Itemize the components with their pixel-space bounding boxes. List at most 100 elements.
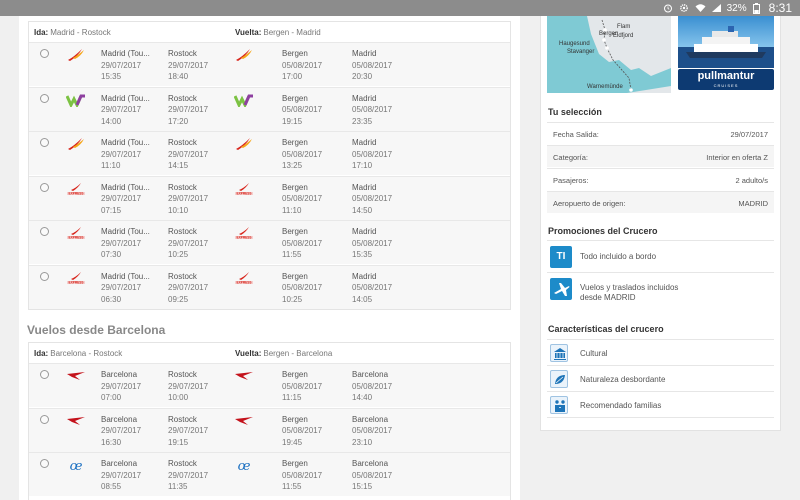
outbound-departure: Barcelona 29/07/2017 07:00 <box>101 370 142 403</box>
return-arrival: Madrid 05/08/2017 15:35 <box>352 227 393 260</box>
flight-select-radio[interactable] <box>40 93 49 103</box>
outbound-departure: Barcelona 29/07/2017 16:30 <box>101 414 142 447</box>
signal-icon <box>711 3 721 13</box>
return-departure: Bergen 05/08/2017 11:55 <box>282 227 323 260</box>
flight-select-radio[interactable] <box>40 138 49 147</box>
panel-header: Ida: Madrid - Rostock Vuelta: Bergen - Mad… <box>29 22 510 42</box>
return-arrival: Barcelona 05/08/2017 15:15 <box>352 459 393 492</box>
flight-option-row[interactable]: EXPRESS Madrid (Tou... 29/07/2017 06:30 Rost… <box>29 264 510 309</box>
flight-select-radio[interactable] <box>40 49 49 58</box>
vueling-logo-icon <box>65 93 86 109</box>
promotions-title: Promociones del Crucero <box>548 226 658 236</box>
iberia-express-logo-icon: EXPRESS <box>234 182 254 196</box>
return-departure: Bergen 05/08/2017 11:10 <box>282 182 323 215</box>
divider <box>547 417 774 418</box>
airplane-icon <box>550 278 572 300</box>
air-europa-red-logo-icon <box>234 369 254 383</box>
status-bar: 32% 8:31 <box>0 0 800 16</box>
svg-text:Eidfjord: Eidfjord <box>613 33 633 39</box>
selection-departure-date: Fecha Salida: 29/07/2017 <box>547 122 774 144</box>
flight-option-row[interactable]: Madrid (Tou... 29/07/2017 11:10 Rostock 29/0… <box>29 131 510 175</box>
svg-text:EXPRESS: EXPRESS <box>68 236 83 240</box>
alarm-icon <box>663 3 673 13</box>
svg-text:EXPRESS: EXPRESS <box>68 191 83 195</box>
return-arrival: Barcelona 05/08/2017 14:40 <box>352 370 393 403</box>
outbound-route: Ida: Barcelona - Rostock <box>34 349 123 358</box>
cruise-sidebar: Flam Bergen Eidfjord Haugesund Stavanger… <box>540 16 781 431</box>
svg-text:œ: œ <box>238 459 251 472</box>
flight-option-row[interactable]: Barcelona 29/07/2017 16:30 Rostock 29/07/201… <box>29 407 510 452</box>
clock: 8:31 <box>768 1 792 15</box>
vueling-logo-icon <box>233 93 254 109</box>
svg-text:Flam: Flam <box>617 24 630 30</box>
outbound-departure: Madrid (Tou... 29/07/2017 14:00 <box>101 93 150 126</box>
flight-select-radio[interactable] <box>40 370 49 379</box>
features-title: Características del crucero <box>548 324 664 334</box>
settings-icon <box>679 3 689 13</box>
outbound-departure: Madrid (Tou... 29/07/2017 11:10 <box>101 138 150 171</box>
svg-text:Haugesund: Haugesund <box>559 41 590 47</box>
flight-select-radio[interactable] <box>40 182 49 192</box>
return-departure: Bergen 05/08/2017 11:55 <box>282 459 323 492</box>
outbound-arrival: Rostock 29/07/2017 18:40 <box>168 49 209 82</box>
outbound-departure: Madrid (Tou... 29/07/2017 07:15 <box>101 182 150 215</box>
flights-column: Ida: Madrid - Rostock Vuelta: Bergen - Mad… <box>19 16 520 500</box>
iberia-logo-icon <box>66 137 86 151</box>
outbound-arrival: Rostock 29/07/2017 19:15 <box>168 414 209 447</box>
nature-icon <box>550 370 568 388</box>
return-departure: Bergen 05/08/2017 10:25 <box>282 271 323 304</box>
svg-text:Stavanger: Stavanger <box>567 49 594 55</box>
outbound-departure: Madrid (Tou... 29/07/2017 07:30 <box>101 227 150 260</box>
air-europa-logo-icon: œ <box>234 458 254 474</box>
family-icon <box>550 396 568 414</box>
selection-title: Tu selección <box>548 107 602 117</box>
flight-option-row[interactable]: EXPRESS Madrid (Tou... 29/07/2017 07:30 Rost… <box>29 220 510 264</box>
flight-select-radio[interactable] <box>40 271 49 281</box>
outbound-route: Ida: Madrid - Rostock <box>34 28 111 37</box>
all-inclusive-icon: TI <box>550 246 572 268</box>
feature-family: Recomendado familias <box>547 391 774 417</box>
air-europa-red-logo-icon <box>234 414 254 428</box>
route-map[interactable]: Flam Bergen Eidfjord Haugesund Stavanger… <box>547 16 671 93</box>
flight-select-radio[interactable] <box>40 459 49 468</box>
outbound-arrival: Rostock 29/07/2017 11:35 <box>168 459 209 492</box>
return-arrival: Barcelona 05/08/2017 23:10 <box>352 414 393 447</box>
iberia-logo-icon <box>66 48 86 62</box>
feature-cultural: Cultural <box>547 339 774 365</box>
return-arrival: Madrid 05/08/2017 14:50 <box>352 182 393 215</box>
outbound-arrival: Rostock 29/07/2017 09:25 <box>168 271 209 304</box>
return-route: Vuelta: Bergen - Madrid <box>235 28 321 37</box>
museum-icon <box>550 344 568 362</box>
flight-select-radio[interactable] <box>40 227 49 236</box>
pullmantur-logo: pullmantur CRUISES <box>678 69 774 90</box>
flight-option-row[interactable]: œ Barcelona 29/07/2017 08:55 Rostock 29/07/20… <box>29 452 510 496</box>
barcelona-section-title: Vuelos desde Barcelona <box>27 323 166 337</box>
outbound-arrival: Rostock 29/07/2017 17:20 <box>168 93 209 126</box>
promo-all-inclusive: TI Todo incluido a bordo <box>547 240 774 272</box>
flight-option-row[interactable]: Madrid (Tou... 29/07/2017 14:00 Rostock 29/0… <box>29 86 510 131</box>
return-arrival: Madrid 05/08/2017 23:35 <box>352 93 393 126</box>
flight-option-row[interactable]: EXPRESS Madrid (Tou... 29/07/2017 07:15 Rost… <box>29 175 510 220</box>
return-departure: Bergen 05/08/2017 19:15 <box>282 93 323 126</box>
promo-flights-included: Vuelos y traslados incluidos desde MADRID <box>547 272 774 306</box>
battery-icon <box>752 3 763 14</box>
feature-nature: Naturaleza desbordante <box>547 365 774 391</box>
svg-text:Warnemünde: Warnemünde <box>587 84 623 90</box>
ship-photo <box>678 16 774 68</box>
outbound-arrival: Rostock 29/07/2017 10:25 <box>168 227 209 260</box>
panel-header: Ida: Barcelona - Rostock Vuelta: Bergen - … <box>29 343 510 363</box>
iberia-logo-icon <box>234 48 254 62</box>
air-europa-red-logo-icon <box>66 369 86 383</box>
outbound-departure: Madrid (Tou... 29/07/2017 06:30 <box>101 271 150 304</box>
selection-passengers: Pasajeros: 2 adulto/s <box>547 168 774 190</box>
svg-text:EXPRESS: EXPRESS <box>236 280 251 284</box>
return-departure: Bergen 05/08/2017 11:15 <box>282 370 323 403</box>
flight-option-row[interactable]: Barcelona 29/07/2017 07:00 Rostock 29/07/201… <box>29 363 510 407</box>
air-europa-red-logo-icon <box>66 414 86 428</box>
flight-option-row[interactable]: Madrid (Tou... 29/07/2017 15:35 Rostock 29/0… <box>29 42 510 86</box>
wifi-icon <box>695 3 706 13</box>
flight-select-radio[interactable] <box>40 414 49 424</box>
svg-text:EXPRESS: EXPRESS <box>68 280 83 284</box>
outbound-arrival: Rostock 29/07/2017 14:15 <box>168 138 209 171</box>
outbound-departure: Madrid (Tou... 29/07/2017 15:35 <box>101 49 150 82</box>
